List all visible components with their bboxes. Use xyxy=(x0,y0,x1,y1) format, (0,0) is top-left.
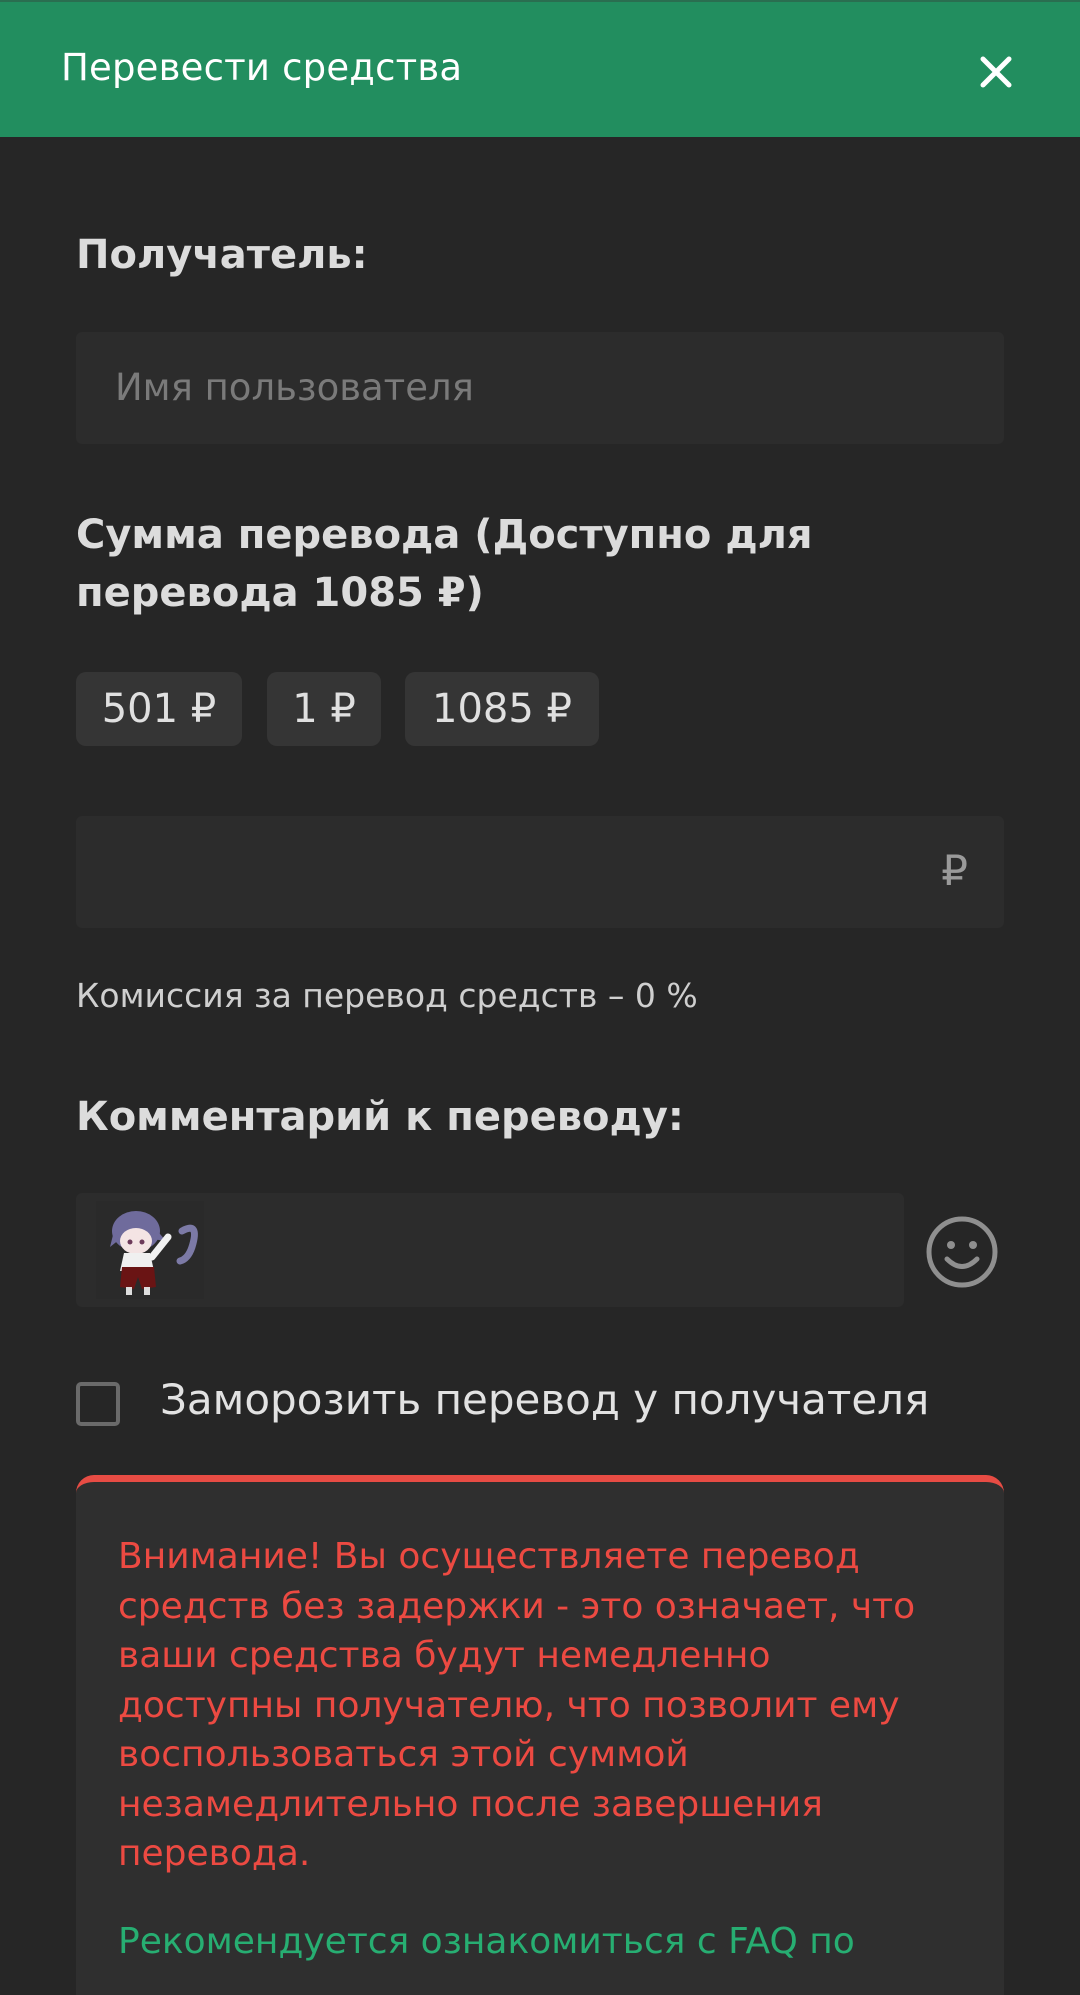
freeze-label: Заморозить перевод у получателя xyxy=(160,1375,930,1424)
freeze-checkbox[interactable] xyxy=(76,1382,120,1426)
warning-line: воспользоваться этой суммой xyxy=(118,1734,689,1775)
warning-box: Внимание! Вы осуществляете перевод средс… xyxy=(76,1475,1004,1995)
recipient-input[interactable]: Имя пользователя xyxy=(76,332,1004,444)
recipient-placeholder: Имя пользователя xyxy=(115,366,474,409)
smiley-icon xyxy=(926,1216,998,1288)
warning-line: доступны получателю, что позволит ему xyxy=(118,1684,900,1726)
recipient-label: Получатель: xyxy=(76,232,368,278)
amount-input[interactable]: ₽ xyxy=(76,816,1004,928)
close-icon xyxy=(980,56,1012,88)
warning-text: Внимание! Вы осуществляете перевод средс… xyxy=(118,1532,968,1879)
warning-line: перевода. xyxy=(118,1833,311,1874)
warning-line: незамедлительно после завершения xyxy=(118,1783,823,1825)
amount-chip-1[interactable]: 1 ₽ xyxy=(267,672,381,746)
comment-input[interactable] xyxy=(76,1193,904,1307)
fee-text: Комиссия за перевод средств – 0 % xyxy=(76,976,698,1015)
faq-recommendation[interactable]: Рекомендуется ознакомиться с FAQ по xyxy=(118,1917,968,1967)
close-button[interactable] xyxy=(970,46,1022,98)
emoji-button[interactable] xyxy=(924,1214,1000,1290)
ruble-sign: ₽ xyxy=(941,846,968,895)
amount-chip-501[interactable]: 501 ₽ xyxy=(76,672,242,746)
amount-chip-1085[interactable]: 1085 ₽ xyxy=(405,672,599,746)
amount-label-line1: Сумма перевода (Доступно для xyxy=(76,512,813,558)
warning-line: Внимание! Вы осуществляете перевод xyxy=(118,1536,860,1577)
dialog-header: Перевести средства xyxy=(0,0,1080,137)
warning-line: ваши средства будут немедленно xyxy=(118,1635,771,1676)
amount-label-line2: перевода 1085 ₽) xyxy=(76,570,484,616)
dialog-title: Перевести средства xyxy=(61,46,463,89)
comment-label: Комментарий к переводу: xyxy=(76,1094,684,1140)
warning-line: средств без задержки - это означает, что xyxy=(118,1585,916,1627)
sticker-image xyxy=(96,1201,204,1299)
